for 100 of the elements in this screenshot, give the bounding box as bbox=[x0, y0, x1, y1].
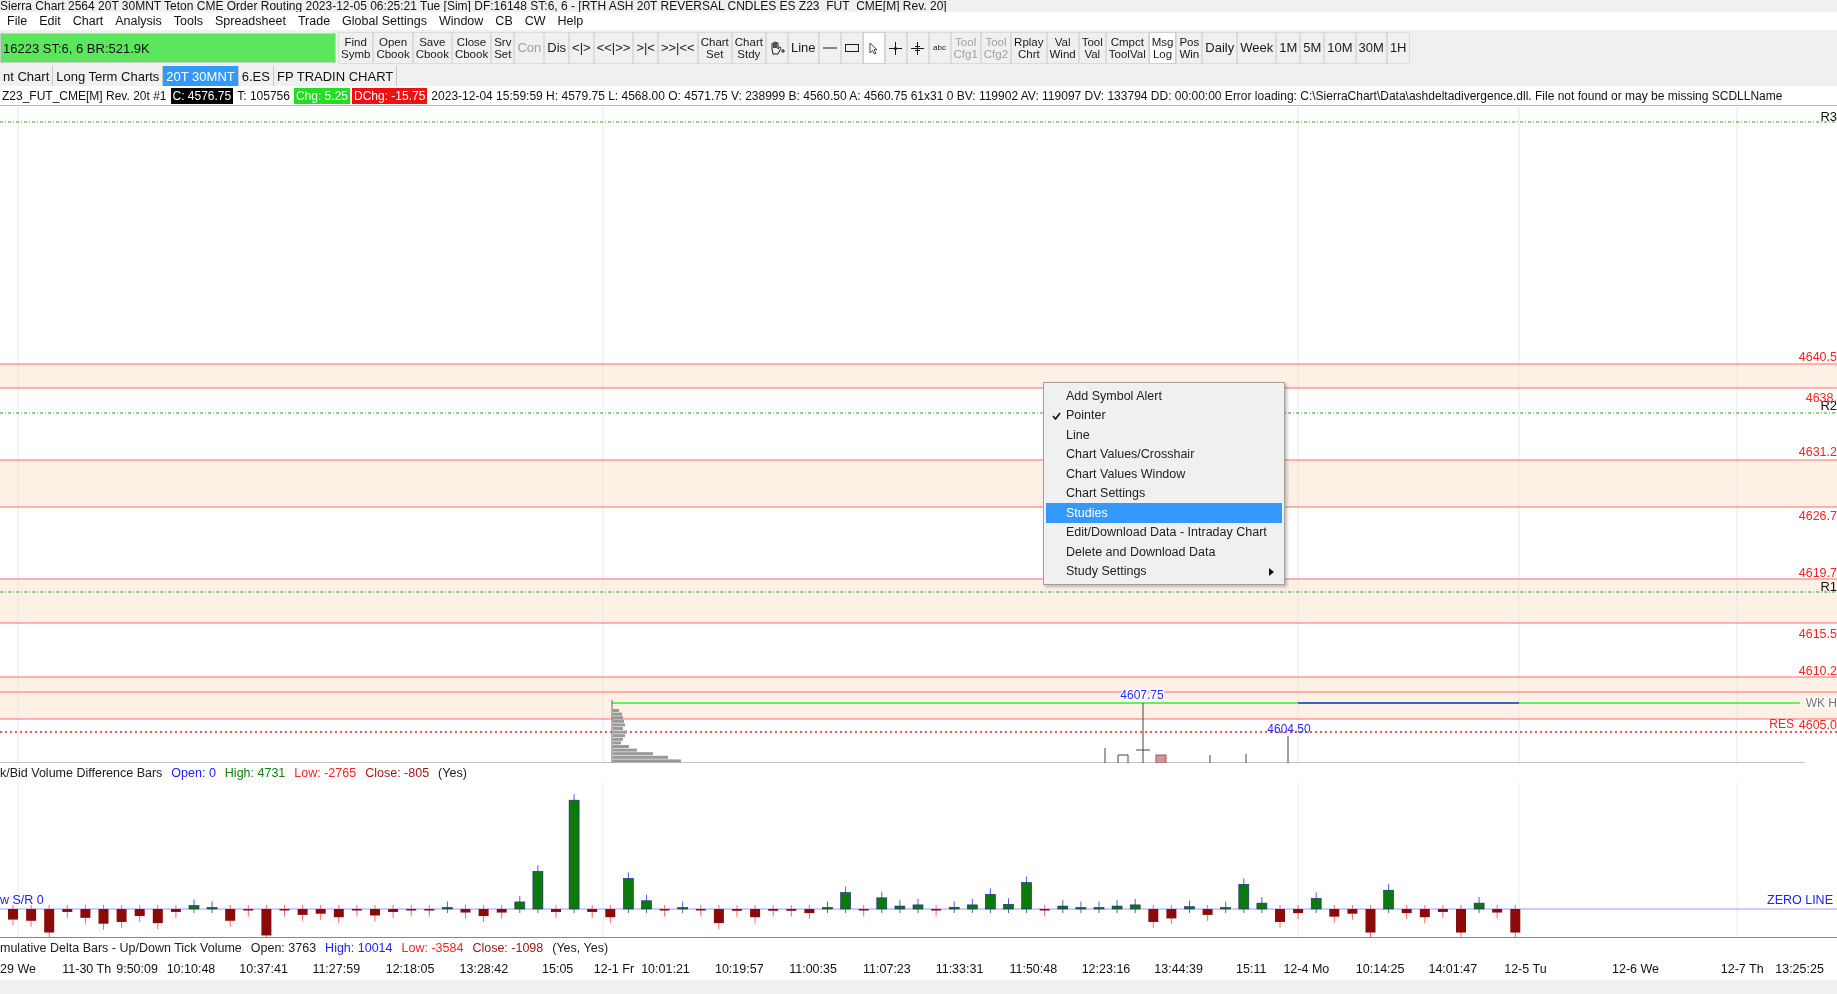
menu-item[interactable]: Chart Values Window bbox=[1046, 464, 1282, 484]
time-label: 9:50:09 bbox=[116, 962, 158, 976]
menu-item[interactable]: Trade bbox=[297, 14, 339, 28]
time-label: 10:14:25 bbox=[1355, 962, 1405, 976]
toolbar-button[interactable]: Tool Val bbox=[1078, 32, 1106, 64]
pointer-tool-button[interactable] bbox=[862, 32, 885, 64]
study-label: Low: -3584 bbox=[401, 941, 464, 955]
time-label: 29 We bbox=[0, 962, 36, 976]
toolbar-button[interactable]: 30M bbox=[1355, 32, 1387, 64]
toolbar-button[interactable]: <|> bbox=[569, 32, 594, 64]
info-text: 2023-12-04 15:59:59 H: 4579.75 L: 4568.00 O: 4571.75 V: 238999 B: 4560.50 A: 4560.75 61x31 0 BV: 119902 AV: 119097 DV: 133794 DD: 00:00:00 Error loading: C:\SierraChart\Data\ashdeltadivergence.dll. File not found or may be missing SCDLLName bbox=[430, 87, 1784, 104]
menu-item[interactable]: Edit/Download Data - Intraday Chart bbox=[1046, 522, 1282, 542]
toolbar-button[interactable]: 10M bbox=[1324, 32, 1356, 64]
menu-item[interactable]: Global Settings bbox=[342, 14, 435, 28]
menu-item[interactable]: CW bbox=[524, 14, 554, 28]
price-level-label: 4605.0 bbox=[1798, 718, 1837, 732]
hand-icon bbox=[768, 41, 785, 55]
study-label: (Yes) bbox=[438, 766, 467, 780]
menu-item[interactable]: Chart Settings bbox=[1046, 483, 1282, 503]
toolbar-button[interactable]: Msg Log bbox=[1148, 32, 1177, 64]
menu-item[interactable]: Window bbox=[438, 14, 492, 28]
study-label: ZERO LINE bbox=[1767, 893, 1833, 907]
price-level-label: 4640.5 bbox=[1798, 350, 1837, 364]
toolbar-button[interactable]: Srv Set bbox=[491, 32, 515, 64]
time-label: 12:23:16 bbox=[1081, 962, 1131, 976]
price-level-label: 4615.5 bbox=[1798, 627, 1837, 641]
study-label: Close: -1098 bbox=[472, 941, 544, 955]
time-label: 11-30 Th bbox=[62, 962, 112, 976]
time-label: 15:05 bbox=[542, 962, 574, 976]
price-badge: DChg: -15.75 bbox=[352, 87, 428, 104]
chart-tab[interactable]: nt Chart bbox=[0, 66, 54, 86]
menu-item[interactable]: Pointer bbox=[1046, 405, 1282, 425]
time-label: 11:07:23 bbox=[863, 962, 911, 976]
cross-icon bbox=[911, 41, 924, 55]
toolbar-button[interactable]: Pos Win bbox=[1176, 32, 1203, 64]
toolbar-button[interactable]: Val Wind bbox=[1046, 32, 1079, 64]
toolbar-button[interactable]: Week bbox=[1237, 32, 1277, 64]
price-marker: RES bbox=[1769, 717, 1794, 731]
toolbar-button[interactable]: 5M bbox=[1300, 32, 1325, 64]
toolbar-button[interactable]: abc bbox=[928, 32, 951, 64]
crosshair-tool-button[interactable] bbox=[884, 32, 907, 64]
price-level-label: 4610.2 bbox=[1798, 664, 1837, 678]
toolbar-button[interactable]: Save Cbook bbox=[412, 32, 452, 64]
toolbar-button[interactable]: <<|>> bbox=[593, 32, 634, 64]
study-label: w S/R 0 bbox=[0, 893, 44, 907]
menu-item[interactable]: Chart Values/Crosshair bbox=[1046, 444, 1282, 464]
toolbar-button[interactable]: Open Cbook bbox=[373, 32, 413, 64]
toolbar-button[interactable]: Find Symb bbox=[338, 32, 374, 64]
toolbar-button[interactable]: Dis bbox=[544, 32, 570, 64]
study-label: Open: 0 bbox=[171, 766, 216, 780]
time-label: 12-4 Mo bbox=[1283, 962, 1330, 976]
time-label: 11:00:35 bbox=[789, 962, 837, 976]
menu-item[interactable]: Study Settings bbox=[1046, 561, 1282, 581]
toolbar-button[interactable]: Chart Stdy bbox=[731, 32, 766, 64]
toolbar-button[interactable]: Daily bbox=[1202, 32, 1238, 64]
menu-item[interactable]: Analysis bbox=[115, 14, 170, 28]
study-label: High: 10014 bbox=[325, 941, 393, 955]
time-label: 14:01:47 bbox=[1428, 962, 1478, 976]
toolbar-button[interactable]: 1M bbox=[1276, 32, 1301, 64]
menu-item[interactable]: Help bbox=[557, 14, 592, 28]
price-marker: 4604.50 bbox=[1267, 722, 1311, 736]
price-badge: C: 4576.75 bbox=[170, 87, 234, 104]
rectangle-tool-button[interactable] bbox=[840, 32, 863, 64]
time-label: 11:33:31 bbox=[935, 962, 984, 976]
time-label: 10:10:48 bbox=[166, 962, 216, 976]
toolbar-button[interactable]: Rplay Chrt bbox=[1011, 32, 1047, 64]
time-label: 12-5 Tu bbox=[1504, 962, 1547, 976]
toolbar-button[interactable]: Line bbox=[787, 32, 819, 64]
toolbar-button[interactable]: Chart Set bbox=[697, 32, 732, 64]
cross-tool-button[interactable] bbox=[906, 32, 929, 64]
toolbar-button[interactable]: >>|<< bbox=[657, 32, 698, 64]
info-text: T: 105756 bbox=[236, 87, 291, 104]
toolbar-button[interactable]: 1H bbox=[1386, 32, 1410, 64]
time-label: 13:25:25 bbox=[1775, 962, 1824, 976]
time-label: 11:27:59 bbox=[312, 962, 361, 976]
menu-item[interactable]: Line bbox=[1046, 425, 1282, 445]
menu-item[interactable]: Add Symbol Alert bbox=[1046, 386, 1282, 406]
menu-item[interactable]: Chart bbox=[72, 14, 112, 28]
price-level-label: 4626.7 bbox=[1798, 509, 1837, 523]
toolbar-button[interactable]: Cmpct ToolVal bbox=[1105, 32, 1149, 64]
study-label: (Yes, Yes) bbox=[552, 941, 609, 955]
status-field: 16223 ST:6, 6 BR:521.9K bbox=[0, 33, 336, 63]
menu-item[interactable]: Delete and Download Data bbox=[1046, 542, 1282, 562]
menu-item[interactable]: Tools bbox=[173, 14, 211, 28]
price-marker: 4607.75 bbox=[1120, 688, 1164, 702]
menu-item[interactable]: CB bbox=[495, 14, 521, 28]
menu-item[interactable]: Edit bbox=[39, 14, 69, 28]
study-label: High: 4731 bbox=[224, 766, 286, 780]
menu-item[interactable]: File bbox=[7, 14, 36, 28]
study-label: Low: -2765 bbox=[294, 766, 357, 780]
rectangle-icon bbox=[844, 44, 859, 52]
hand-tool-button[interactable] bbox=[765, 32, 788, 64]
time-label: 11:50:48 bbox=[1009, 962, 1058, 976]
toolbar-button[interactable]: >|< bbox=[633, 32, 658, 64]
menu-item[interactable]: Spreadsheet bbox=[215, 14, 294, 28]
submenu-arrow-icon bbox=[1269, 567, 1274, 576]
toolbar-button[interactable]: Close Cbook bbox=[451, 32, 492, 64]
study-label: k/Bid Volume Difference Bars bbox=[0, 766, 163, 780]
time-label: 12:18:05 bbox=[385, 962, 435, 976]
crosshair-icon bbox=[889, 41, 902, 55]
